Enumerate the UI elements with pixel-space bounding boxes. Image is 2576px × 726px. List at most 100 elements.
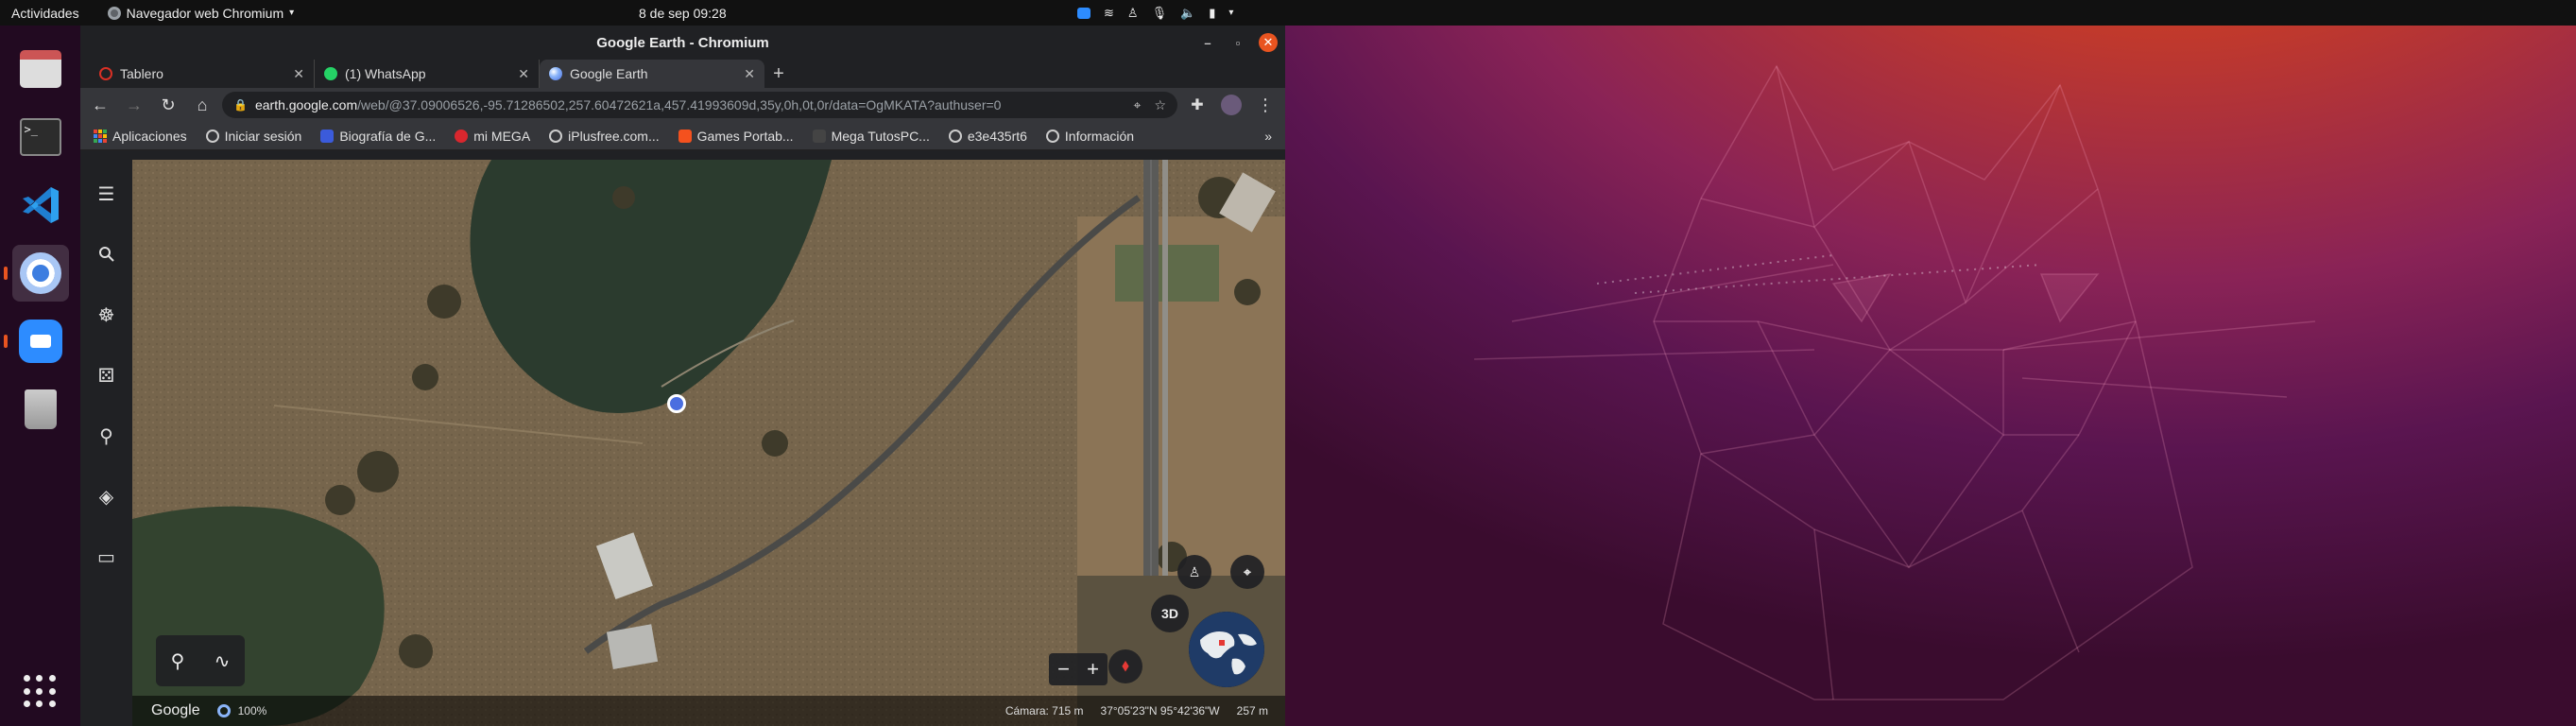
dock-vscode[interactable] — [12, 177, 69, 233]
accessibility-icon: ♙ — [1126, 5, 1139, 20]
minimize-button[interactable]: – — [1198, 33, 1217, 52]
google-earth-favicon — [549, 67, 562, 80]
my-location-marker — [667, 394, 686, 413]
my-location-button[interactable]: ⌖ — [1230, 555, 1264, 589]
ground-elevation: 257 m — [1236, 704, 1268, 717]
dock-trash[interactable] — [12, 381, 69, 438]
dock: >_ — [0, 26, 80, 726]
hamburger-menu-icon[interactable]: ☰ — [88, 175, 126, 213]
camera-altitude: Cámara: 715 m — [1005, 704, 1084, 717]
bookmark-mi-mega[interactable]: mi MEGA — [455, 129, 530, 144]
dock-files[interactable] — [12, 41, 69, 97]
running-indicator — [3, 335, 8, 348]
voyager-icon[interactable]: ☸ — [88, 296, 126, 334]
url-path: /web/@37.09006526,-95.71286502,257.60472… — [357, 97, 1002, 112]
zoom-out-button[interactable]: − — [1057, 657, 1070, 682]
mega-icon — [455, 129, 469, 143]
wifi-icon: ≋ — [1104, 5, 1114, 20]
render-progress: 100% — [216, 704, 266, 717]
zoom-tray-icon[interactable] — [1077, 7, 1091, 19]
close-icon[interactable]: ✕ — [744, 66, 755, 82]
google-earth-app: ☰ ☸ ⚄ ⚲ ◈ ▭ ⚲ ∿ − + ⬧ 3D ♙ ⌖ Google 100%… — [80, 160, 1285, 726]
more-bookmarks-icon[interactable]: » — [1264, 129, 1272, 144]
window-title: Google Earth - Chromium — [596, 34, 769, 51]
close-icon[interactable]: ✕ — [518, 66, 529, 82]
earth-sidebar: ☰ ☸ ⚄ ⚲ ◈ ▭ — [80, 160, 132, 726]
url-host: earth.google.com — [254, 97, 358, 112]
chevron-down-icon: ▾ — [289, 8, 295, 18]
zoom-in-button[interactable]: + — [1087, 657, 1099, 682]
files-icon — [19, 50, 61, 88]
compass-button[interactable]: ⬧ — [1108, 649, 1142, 683]
draw-line-icon[interactable]: ∿ — [215, 649, 231, 673]
measure-ruler-icon[interactable]: ▭ — [88, 538, 126, 576]
maximize-button[interactable]: ▫ — [1228, 33, 1247, 52]
vscode-icon — [22, 187, 59, 223]
profile-avatar[interactable] — [1217, 91, 1245, 119]
bookmark-games-portab[interactable]: Games Portab... — [678, 129, 794, 144]
extensions-icon[interactable]: ✚ — [1183, 91, 1211, 119]
add-placemark-icon[interactable]: ⚲ — [171, 649, 185, 673]
tab-google-earth[interactable]: Google Earth ✕ — [540, 60, 764, 88]
map-style-layers-icon[interactable]: ◈ — [88, 477, 126, 515]
bookmark-mega-tutospc[interactable]: Mega TutosPC... — [812, 129, 930, 144]
search-icon[interactable] — [88, 235, 126, 273]
tab-title: (1) WhatsApp — [345, 66, 426, 81]
dock-chromium[interactable] — [3, 245, 69, 302]
site-favicon — [812, 129, 826, 143]
trash-icon — [24, 389, 57, 429]
chromium-icon — [19, 252, 61, 294]
tab-title: Google Earth — [570, 66, 648, 81]
close-window-button[interactable]: ✕ — [1259, 33, 1278, 52]
bookmark-informacion[interactable]: Información — [1045, 129, 1134, 144]
reload-button[interactable]: ↻ — [154, 91, 182, 119]
toggle-3d-button[interactable]: 3D — [1151, 595, 1189, 632]
google-logo: Google — [151, 702, 200, 718]
menu-kebab-icon[interactable]: ⋮ — [1251, 91, 1279, 119]
whatsapp-favicon — [324, 67, 337, 80]
forward-button[interactable]: → — [120, 91, 148, 119]
satellite-map-view[interactable]: ⚲ ∿ − + ⬧ 3D ♙ ⌖ — [132, 160, 1285, 726]
dock-terminal[interactable]: >_ — [12, 109, 69, 165]
tab-strip: Tablero ✕ (1) WhatsApp ✕ Google Earth ✕ … — [80, 60, 1285, 88]
home-button[interactable]: ⌂ — [188, 91, 216, 119]
system-tray[interactable]: ≋ ♙ 🎙 🔈 ▮ ▾ — [1077, 6, 1233, 21]
terminal-icon: >_ — [19, 118, 61, 156]
tab-tablero[interactable]: Tablero ✕ — [90, 60, 315, 88]
pegman-street-view-button[interactable]: ♙ — [1177, 555, 1211, 589]
app-menu-label: Navegador web Chromium — [126, 5, 284, 21]
globe-icon — [549, 129, 563, 143]
bookmark-star-icon[interactable]: ☆ — [1154, 97, 1166, 113]
pegman-icon: ♙ — [1188, 563, 1201, 579]
site-favicon — [320, 129, 335, 143]
tab-title: Tablero — [120, 66, 163, 81]
app-menu[interactable]: Navegador web Chromium ▾ — [107, 5, 295, 21]
volume-icon: 🔈 — [1180, 5, 1196, 20]
projects-pin-icon[interactable]: ⚲ — [88, 417, 126, 455]
address-bar[interactable]: 🔒 earth.google.com/web/@37.09006526,-95.… — [222, 92, 1177, 118]
activities-button[interactable]: Actividades — [11, 6, 79, 21]
drawing-tools: ⚲ ∿ — [156, 635, 245, 686]
location-icon[interactable]: ⌖ — [1134, 97, 1142, 113]
bookmark-iniciar-sesion[interactable]: Iniciar sesión — [205, 129, 301, 144]
tab-whatsapp[interactable]: (1) WhatsApp ✕ — [315, 60, 540, 88]
close-icon[interactable]: ✕ — [293, 66, 304, 82]
window-titlebar[interactable]: Google Earth - Chromium – ▫ ✕ — [80, 26, 1285, 60]
bookmark-biografia[interactable]: Biografía de G... — [320, 129, 436, 144]
bookmark-iplusfree[interactable]: iPlusfree.com... — [549, 129, 660, 144]
bookmark-aplicaciones[interactable]: Aplicaciones — [94, 129, 187, 144]
blogger-icon — [678, 129, 692, 143]
progress-ring-icon — [216, 704, 231, 717]
bookmark-e3e435rt6[interactable]: e3e435rt6 — [948, 129, 1027, 144]
lock-icon: 🔒 — [233, 98, 248, 112]
clock[interactable]: 8 de sep 09:28 — [639, 6, 727, 21]
show-applications-icon[interactable] — [23, 675, 58, 709]
cursor-coordinates: 37°05'23"N 95°42'36"W — [1100, 704, 1220, 717]
microphone-icon: 🎙 — [1151, 5, 1168, 20]
dock-zoom[interactable] — [3, 313, 69, 370]
running-indicator — [3, 267, 8, 280]
new-tab-button[interactable]: + — [764, 60, 793, 88]
back-button[interactable]: ← — [86, 91, 114, 119]
overview-globe[interactable] — [1189, 612, 1264, 687]
feeling-lucky-dice-icon[interactable]: ⚄ — [88, 356, 126, 394]
